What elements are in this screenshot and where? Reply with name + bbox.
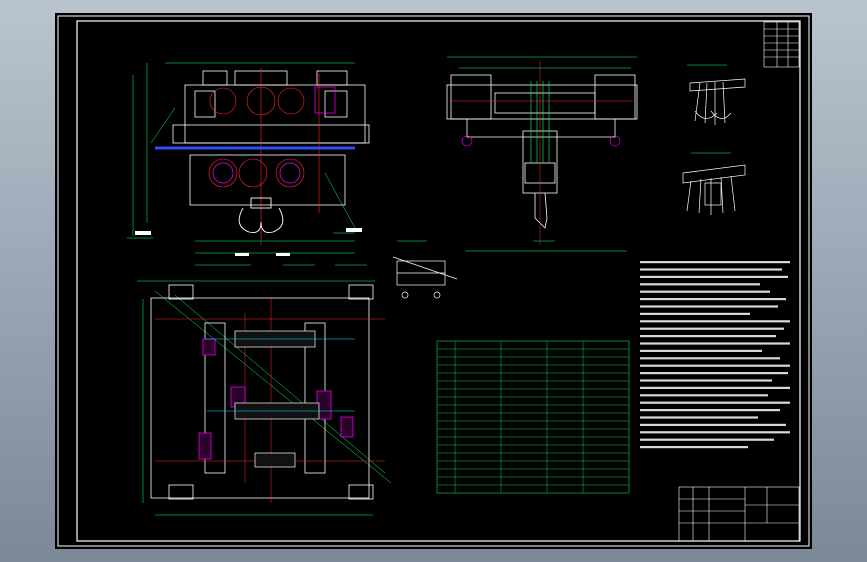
drawing-sheet (57, 15, 810, 547)
technical-note-line (640, 386, 790, 389)
technical-note-line (640, 283, 760, 286)
top-view-centerlines (155, 298, 385, 503)
technical-note-line (640, 401, 790, 404)
technical-note-line (640, 446, 748, 449)
technical-note-line (640, 364, 790, 367)
parameter-table-rows (437, 348, 629, 486)
technical-note-line (640, 394, 768, 397)
front-view-centerlines (208, 68, 320, 245)
pulley-detail-1[interactable] (687, 64, 746, 125)
technical-note-line (640, 357, 780, 360)
side-view-wheels (461, 135, 621, 147)
technical-note-line (640, 423, 786, 426)
technical-note-line (640, 327, 784, 330)
top-view-drums (234, 330, 320, 468)
technical-note-line (640, 431, 790, 434)
technical-note-line (640, 298, 786, 301)
parameter-table-columns (454, 341, 584, 493)
top-view-dimensions (137, 264, 392, 516)
technical-note-line (640, 320, 790, 323)
side-view-dimensions (447, 56, 637, 252)
technical-note-line (640, 290, 770, 293)
pulley-detail-2[interactable] (682, 152, 746, 215)
technical-notes[interactable] (640, 261, 790, 449)
revision-table (763, 21, 800, 68)
side-view[interactable] (446, 56, 638, 252)
technical-note-line (640, 416, 758, 419)
technical-note-line (640, 335, 776, 338)
technical-note-line (640, 342, 790, 345)
technical-note-line (640, 409, 780, 412)
technical-note-line (640, 312, 750, 315)
technical-note-line (640, 349, 762, 352)
technical-note-line (640, 261, 790, 264)
front-view-dimensions (127, 62, 356, 254)
front-view-highlight-parts (212, 86, 336, 184)
technical-note-line (640, 379, 772, 382)
technical-notes-lines (640, 261, 790, 449)
technical-note-line (640, 268, 782, 271)
detail-a[interactable] (392, 240, 458, 299)
parameter-table-grid (436, 340, 630, 494)
title-block[interactable] (678, 486, 800, 542)
technical-note-line (640, 305, 778, 308)
technical-note-line (640, 438, 774, 441)
front-view[interactable] (127, 62, 370, 256)
top-view-motors (198, 338, 354, 460)
side-view-outline (446, 74, 638, 229)
side-view-centerlines (450, 61, 633, 245)
technical-note-line (640, 275, 788, 278)
top-view[interactable] (137, 264, 392, 516)
technical-note-line (640, 372, 788, 375)
parameter-table[interactable] (436, 340, 630, 494)
cad-drawing-canvas[interactable] (55, 13, 812, 549)
